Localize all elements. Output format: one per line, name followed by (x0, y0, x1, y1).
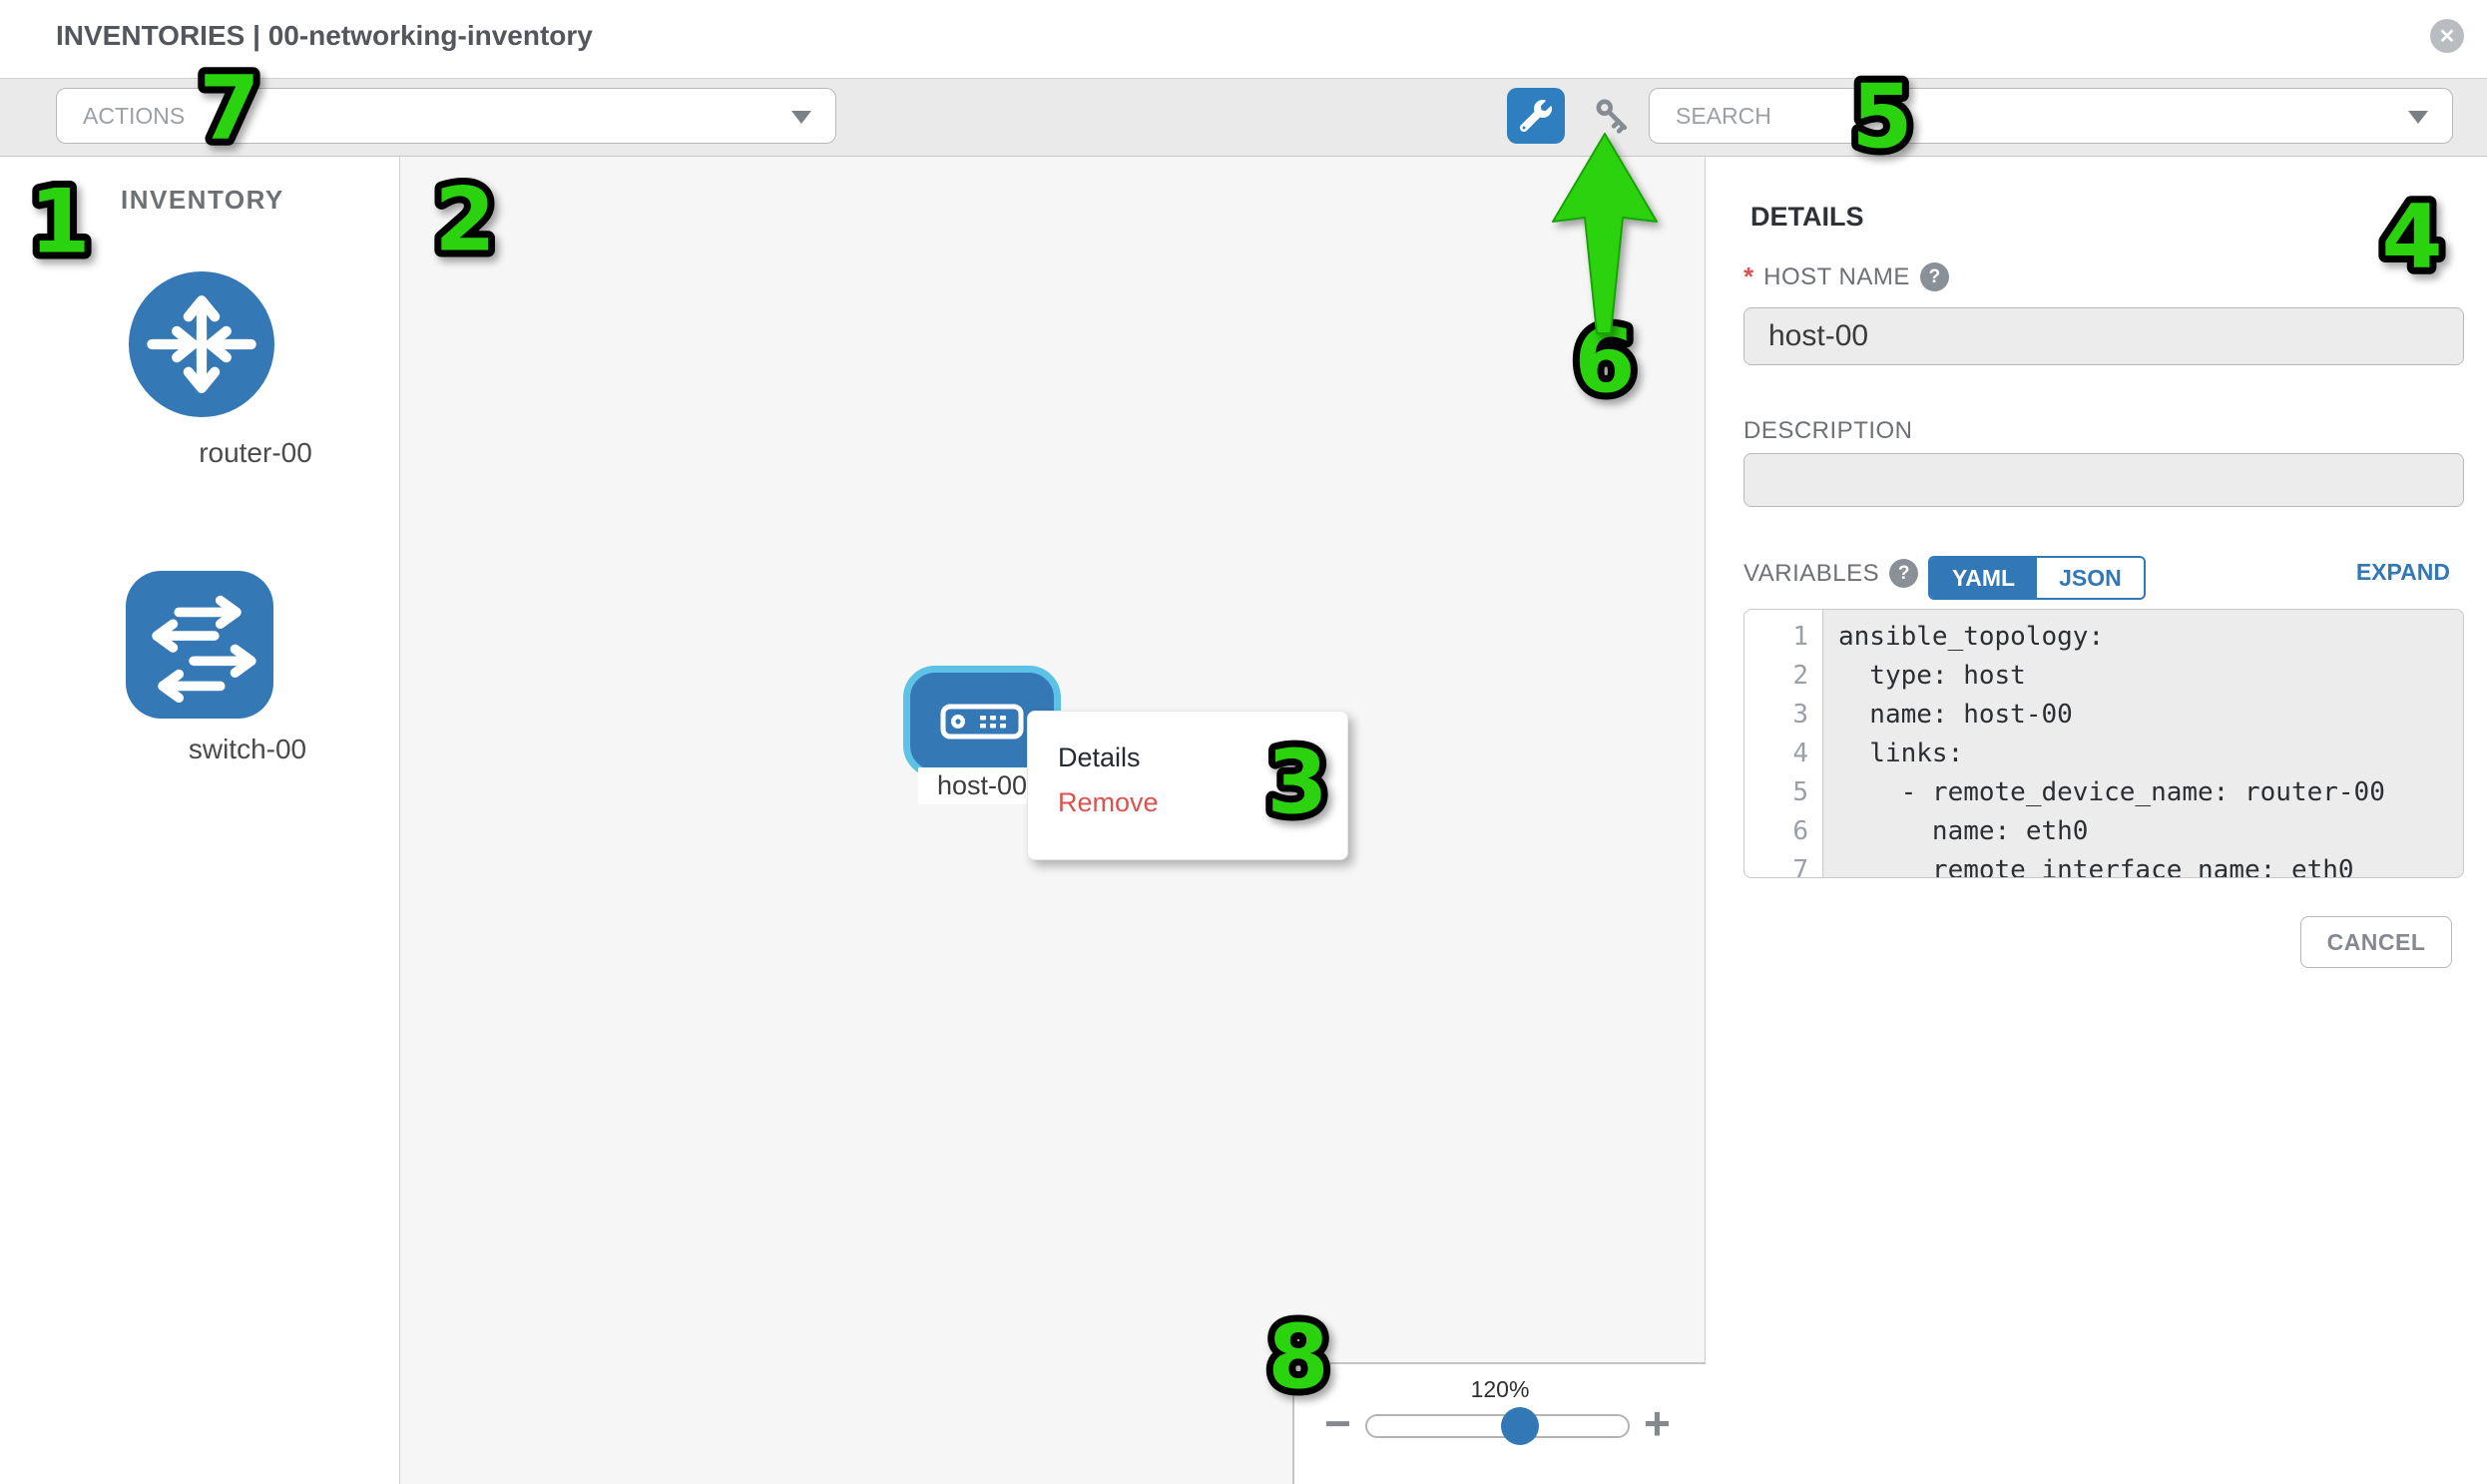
expand-link[interactable]: EXPAND (2356, 559, 2450, 586)
code-line: 5 - remote_device_name: router-00 (1744, 773, 2463, 812)
key-icon (1591, 94, 1637, 140)
chevron-down-icon (2408, 111, 2428, 124)
variables-format-toggle: YAML JSON (1928, 556, 2146, 600)
toolbar: ACTIONS SEARCH (0, 78, 2487, 157)
actions-dropdown[interactable]: ACTIONS (56, 88, 836, 144)
networking-inventory-screen: INVENTORIES | 00-networking-inventory ✕ … (0, 0, 2487, 1484)
help-icon[interactable]: ? (1920, 262, 1949, 291)
tab-yaml[interactable]: YAML (1930, 558, 2037, 598)
line-code: ansible_topology: (1822, 618, 2104, 657)
line-number: 7 (1744, 851, 1822, 878)
router-icon (129, 271, 274, 417)
code-line: 4 links: (1744, 735, 2463, 773)
description-input[interactable] (1743, 453, 2464, 507)
line-number: 2 (1744, 657, 1822, 696)
description-label: DESCRIPTION (1743, 417, 1913, 445)
line-number: 6 (1744, 812, 1822, 851)
variables-label: VARIABLES (1743, 560, 1879, 588)
line-code: type: host (1822, 657, 2026, 696)
wrench-icon (1520, 100, 1552, 132)
page-title: INVENTORIES | 00-networking-inventory (56, 20, 593, 52)
zoom-out-button[interactable]: − (1324, 1400, 1351, 1446)
tab-json[interactable]: JSON (2037, 558, 2144, 598)
host-icon (940, 704, 1024, 740)
host-name-label-row: * HOST NAME ? (1743, 261, 1949, 292)
search-dropdown[interactable]: SEARCH (1649, 88, 2453, 144)
host-name-label: HOST NAME (1763, 263, 1910, 291)
zoom-slider-thumb[interactable] (1501, 1407, 1539, 1445)
switch-icon (125, 571, 274, 719)
actions-dropdown-placeholder: ACTIONS (83, 103, 185, 130)
line-number: 4 (1744, 735, 1822, 773)
inventory-sidebar: INVENTORY router-00 (0, 157, 400, 1484)
line-code: name: host-00 (1822, 696, 2073, 735)
context-menu-item-remove[interactable]: Remove (1058, 780, 1347, 825)
cancel-button[interactable]: CANCEL (2300, 916, 2452, 968)
line-code: links: (1822, 735, 1963, 773)
description-label-row: DESCRIPTION (1743, 417, 1913, 445)
code-line: 2 type: host (1744, 657, 2463, 696)
zoom-slider[interactable] (1365, 1414, 1630, 1438)
sidebar-item-switch[interactable]: switch-00 (125, 571, 274, 724)
node-context-menu: Details Remove (1027, 711, 1348, 860)
code-line: 1 ansible_topology: (1744, 618, 2463, 657)
line-number: 3 (1744, 696, 1822, 735)
sidebar-item-router[interactable]: router-00 (129, 271, 274, 422)
header: INVENTORIES | 00-networking-inventory ✕ (0, 0, 2487, 78)
zoom-control-panel: 120% − + (1292, 1362, 1706, 1484)
required-marker: * (1743, 261, 1753, 292)
context-menu-item-details[interactable]: Details (1058, 736, 1347, 780)
code-line: 3 name: host-00 (1744, 696, 2463, 735)
line-number: 1 (1744, 618, 1822, 657)
line-code: remote_interface_name: eth0 (1822, 851, 2354, 878)
topology-canvas[interactable]: host-00 Details Remove 120% − + (400, 157, 1706, 1484)
zoom-in-button[interactable]: + (1644, 1400, 1671, 1446)
line-code: name: eth0 (1822, 812, 2088, 851)
variables-label-row: VARIABLES ? (1743, 559, 1918, 588)
code-line: 6 name: eth0 (1744, 812, 2463, 851)
variables-code-editor[interactable]: 1 ansible_topology: 2 type: host 3 name:… (1743, 609, 2464, 878)
close-icon[interactable]: ✕ (2430, 19, 2464, 53)
details-panel: DETAILS * HOST NAME ? DESCRIPTION VARIAB… (1707, 157, 2487, 1484)
code-line: 7 remote_interface_name: eth0 (1744, 851, 2463, 878)
sidebar-title: INVENTORY (121, 185, 284, 216)
chevron-down-icon (791, 111, 811, 124)
line-number: 5 (1744, 773, 1822, 812)
host-name-input[interactable] (1743, 307, 2464, 365)
toolbar-key-button[interactable] (1589, 93, 1639, 141)
line-code: - remote_device_name: router-00 (1822, 773, 2385, 812)
search-dropdown-placeholder: SEARCH (1676, 103, 1771, 130)
toolbar-wrench-button[interactable] (1507, 88, 1565, 144)
details-panel-title: DETAILS (1750, 202, 1864, 233)
help-icon[interactable]: ? (1889, 559, 1918, 588)
palette-item-label: switch-00 (73, 734, 422, 765)
palette-item-label: router-00 (81, 437, 430, 469)
